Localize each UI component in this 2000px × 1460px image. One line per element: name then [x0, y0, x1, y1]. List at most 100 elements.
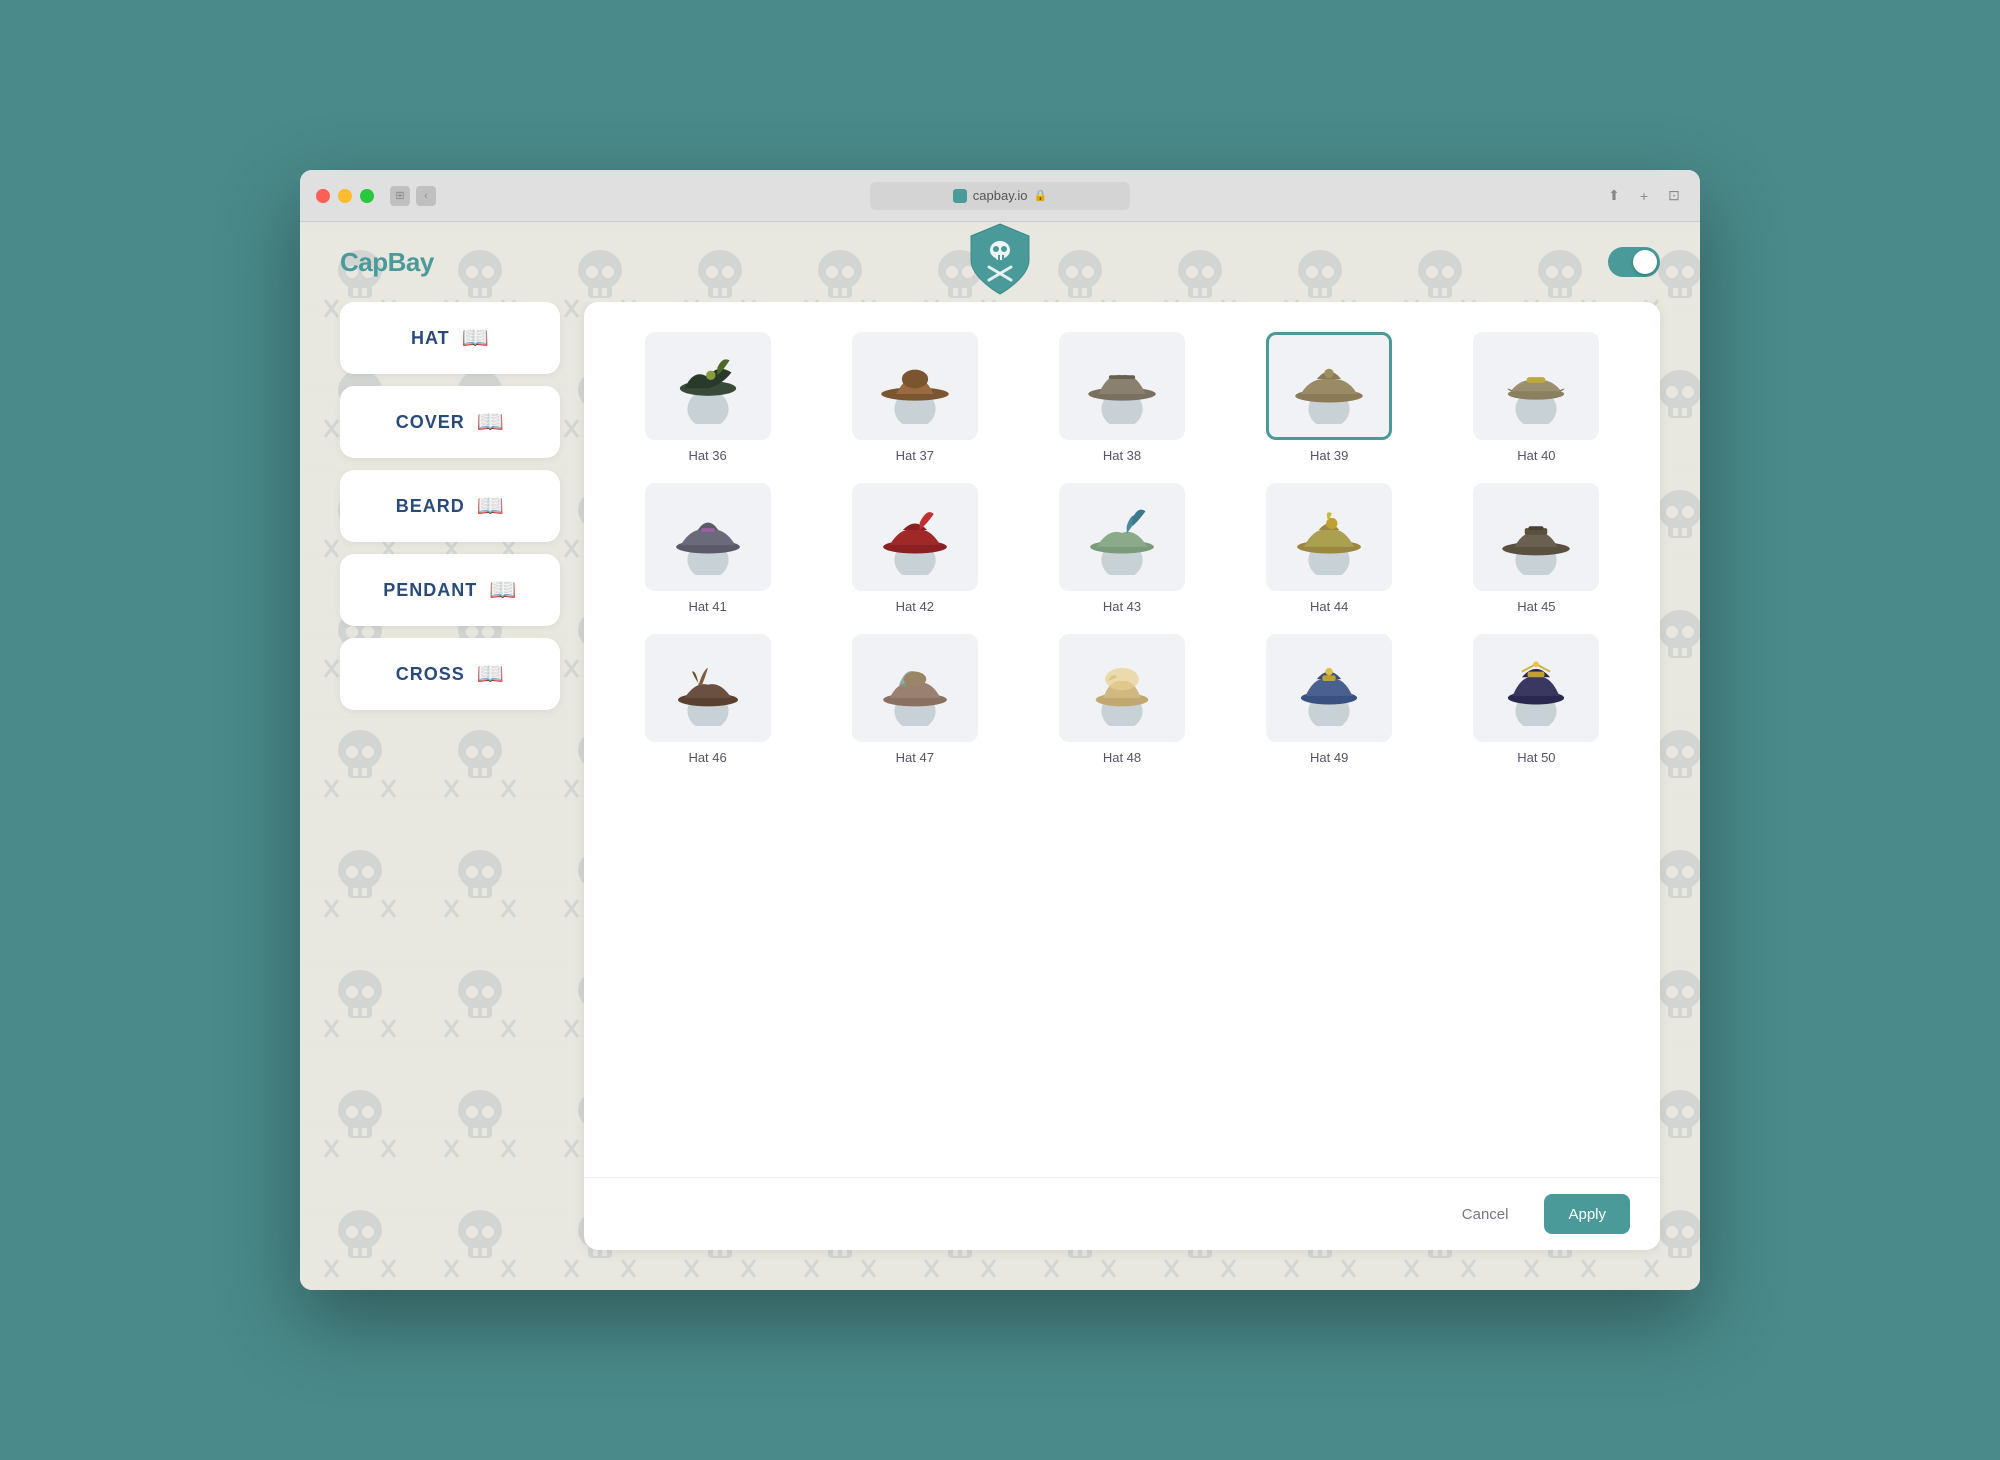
item-label-47: Hat 47 [896, 750, 934, 765]
hat-svg-47 [870, 651, 960, 726]
item-card-36[interactable]: Hat 36 [614, 332, 801, 463]
book-icon-hat: 📖 [462, 325, 489, 351]
item-thumb-36 [645, 332, 771, 440]
book-icon-pendant: 📖 [489, 577, 516, 603]
minimize-button[interactable] [338, 189, 352, 203]
sidebar: HAT 📖 COVER 📖 BEARD 📖 PENDANT 📖 CROSS [340, 302, 560, 1250]
window-content: CapBay [300, 222, 1700, 1290]
main-layout: HAT 📖 COVER 📖 BEARD 📖 PENDANT 📖 CROSS [300, 302, 1700, 1290]
address-bar[interactable]: capbay.io 🔒 [870, 182, 1130, 210]
action-bar: Cancel Apply [584, 1177, 1660, 1250]
book-icon-cross: 📖 [477, 661, 504, 687]
titlebar: ⊞ ‹ capbay.io 🔒 ⬆ + ⊡ [300, 170, 1700, 222]
url-text: capbay.io [973, 188, 1028, 203]
hat-svg-41 [663, 500, 753, 575]
item-label-42: Hat 42 [896, 599, 934, 614]
titlebar-controls: ⊞ ‹ [390, 186, 436, 206]
hat-svg-43 [1077, 500, 1167, 575]
items-grid: Hat 36 Hat 37 Hat 38 [584, 302, 1660, 1177]
item-label-44: Hat 44 [1310, 599, 1348, 614]
item-thumb-43 [1059, 483, 1185, 591]
item-thumb-39 [1266, 332, 1392, 440]
cancel-button[interactable]: Cancel [1438, 1194, 1533, 1234]
item-card-48[interactable]: Hat 48 [1028, 634, 1215, 765]
hat-svg-42 [870, 500, 960, 575]
new-tab-icon[interactable]: + [1634, 186, 1654, 206]
item-card-46[interactable]: Hat 46 [614, 634, 801, 765]
hat-svg-50 [1491, 651, 1581, 726]
item-thumb-40 [1473, 332, 1599, 440]
item-card-41[interactable]: Hat 41 [614, 483, 801, 614]
maximize-button[interactable] [360, 189, 374, 203]
sidebar-item-hat[interactable]: HAT 📖 [340, 302, 560, 374]
hat-svg-40 [1491, 349, 1581, 424]
item-card-40[interactable]: Hat 40 [1443, 332, 1630, 463]
sidebar-toggle-icon[interactable]: ⊞ [390, 186, 410, 206]
theme-toggle[interactable] [1608, 247, 1660, 277]
sidebar-item-cover[interactable]: COVER 📖 [340, 386, 560, 458]
shield-logo-icon [967, 222, 1033, 298]
item-label-46: Hat 46 [688, 750, 726, 765]
hat-svg-36 [663, 349, 753, 424]
hat-svg-44 [1284, 500, 1374, 575]
item-card-39[interactable]: Hat 39 [1236, 332, 1423, 463]
hat-svg-38 [1077, 349, 1167, 424]
item-label-39: Hat 39 [1310, 448, 1348, 463]
traffic-lights [316, 189, 374, 203]
item-label-37: Hat 37 [896, 448, 934, 463]
sidebar-item-pendant[interactable]: PENDANT 📖 [340, 554, 560, 626]
item-thumb-49 [1266, 634, 1392, 742]
titlebar-actions: ⬆ + ⊡ [1604, 186, 1684, 206]
hat-svg-39 [1284, 349, 1374, 424]
top-bar: CapBay [300, 222, 1700, 302]
item-label-50: Hat 50 [1517, 750, 1555, 765]
item-thumb-37 [852, 332, 978, 440]
item-thumb-42 [852, 483, 978, 591]
favicon [953, 189, 967, 203]
item-card-38[interactable]: Hat 38 [1028, 332, 1215, 463]
item-card-37[interactable]: Hat 37 [821, 332, 1008, 463]
item-label-45: Hat 45 [1517, 599, 1555, 614]
hat-svg-48 [1077, 651, 1167, 726]
hat-svg-37 [870, 349, 960, 424]
item-label-41: Hat 41 [688, 599, 726, 614]
item-thumb-48 [1059, 634, 1185, 742]
item-thumb-50 [1473, 634, 1599, 742]
content-panel: Hat 36 Hat 37 Hat 38 [584, 302, 1660, 1250]
item-card-47[interactable]: Hat 47 [821, 634, 1008, 765]
share-icon[interactable]: ⬆ [1604, 186, 1624, 206]
hat-svg-49 [1284, 651, 1374, 726]
item-label-48: Hat 48 [1103, 750, 1141, 765]
item-label-43: Hat 43 [1103, 599, 1141, 614]
item-label-38: Hat 38 [1103, 448, 1141, 463]
item-thumb-38 [1059, 332, 1185, 440]
back-icon[interactable]: ‹ [416, 186, 436, 206]
app-window: ⊞ ‹ capbay.io 🔒 ⬆ + ⊡ CapBay [300, 170, 1700, 1290]
lock-icon: 🔒 [1033, 189, 1047, 202]
item-thumb-44 [1266, 483, 1392, 591]
item-card-49[interactable]: Hat 49 [1236, 634, 1423, 765]
book-icon-cover: 📖 [477, 409, 504, 435]
tabs-icon[interactable]: ⊡ [1664, 186, 1684, 206]
item-card-50[interactable]: Hat 50 [1443, 634, 1630, 765]
book-icon-beard: 📖 [477, 493, 504, 519]
sidebar-item-cross[interactable]: CROSS 📖 [340, 638, 560, 710]
item-label-49: Hat 49 [1310, 750, 1348, 765]
sidebar-item-beard[interactable]: BEARD 📖 [340, 470, 560, 542]
item-thumb-47 [852, 634, 978, 742]
item-thumb-41 [645, 483, 771, 591]
item-card-44[interactable]: Hat 44 [1236, 483, 1423, 614]
item-card-45[interactable]: Hat 45 [1443, 483, 1630, 614]
item-label-40: Hat 40 [1517, 448, 1555, 463]
close-button[interactable] [316, 189, 330, 203]
hat-svg-46 [663, 651, 753, 726]
apply-button[interactable]: Apply [1544, 1194, 1630, 1234]
hat-svg-45 [1491, 500, 1581, 575]
logo-text: CapBay [340, 247, 434, 278]
item-thumb-45 [1473, 483, 1599, 591]
shield-logo-container [967, 222, 1033, 303]
item-thumb-46 [645, 634, 771, 742]
item-label-36: Hat 36 [688, 448, 726, 463]
item-card-42[interactable]: Hat 42 [821, 483, 1008, 614]
item-card-43[interactable]: Hat 43 [1028, 483, 1215, 614]
